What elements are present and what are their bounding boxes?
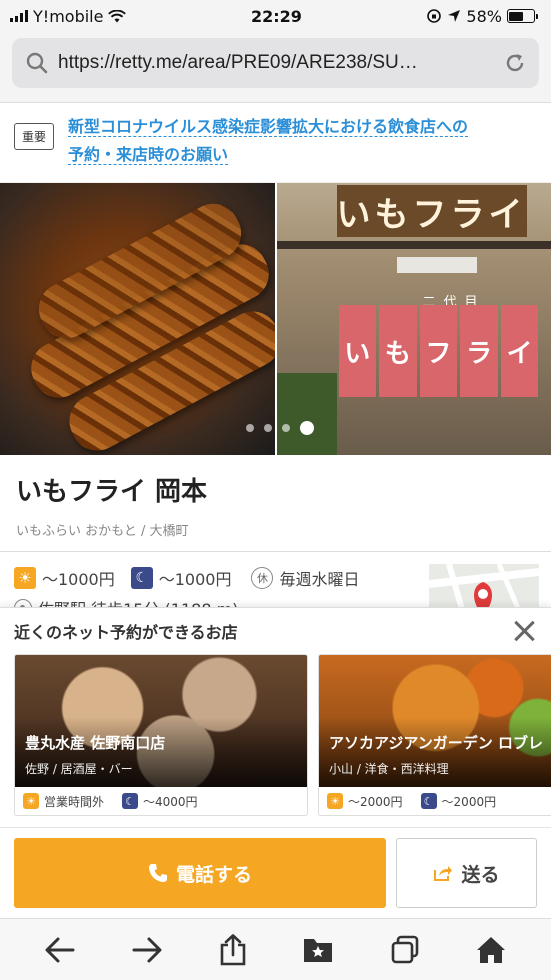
restaurant-header: いもフライ 岡本 いもふらい おかもと / 大橋町 <box>0 455 551 552</box>
nearby-card-list: 豊丸水産 佐野南口店 佐野 / 居酒屋・バー ☀ 営業時間外 ☾ 〜4000円 … <box>0 654 551 816</box>
share-up-icon[interactable] <box>219 933 247 966</box>
restaurant-kana[interactable]: いもふらい おかもと / 大橋町 <box>16 520 535 539</box>
nearby-card[interactable]: アソカアジアンガーデン ロブレ 小山 / 洋食・西洋料理 ☀ 〜2000円 ☾ … <box>318 654 551 816</box>
status-left: Y!mobile <box>10 6 127 26</box>
action-bar: 電話する 送る <box>0 827 551 918</box>
photo-carousel[interactable]: いもフライ 二代目 い も フ ラ イ <box>0 183 551 455</box>
sun-icon: ☀ <box>327 793 343 809</box>
important-badge: 重要 <box>14 123 55 150</box>
noren-char: も <box>379 305 417 397</box>
forward-icon[interactable] <box>131 936 163 964</box>
food-photo[interactable] <box>0 183 275 455</box>
moon-icon: ☾ <box>122 793 139 809</box>
notice-line-2[interactable]: 予約・来店時のお願い <box>68 145 229 165</box>
nearby-header: 近くのネット予約ができるお店 <box>0 608 551 654</box>
carousel-dots <box>246 421 314 435</box>
search-icon <box>26 52 48 74</box>
card-dinner: 〜4000円 <box>143 794 198 809</box>
send-label: 送る <box>461 863 500 886</box>
card-name: 豊丸水産 佐野南口店 <box>25 734 166 752</box>
card-dinner: 〜2000円 <box>441 794 497 809</box>
lunch-price: 〜1000円 <box>42 570 115 589</box>
moon-icon: ☾ <box>130 567 153 589</box>
card-genre: 佐野 / 居酒屋・バー <box>25 762 133 776</box>
card-photo[interactable]: アソカアジアンガーデン ロブレ 小山 / 洋食・西洋料理 <box>319 655 551 787</box>
noren-char: い <box>338 305 377 397</box>
sun-icon: ☀ <box>23 793 39 809</box>
restaurant-name: いもフライ 岡本 <box>16 477 208 507</box>
status-bar: Y!mobile 22:29 58% <box>0 0 551 32</box>
home-icon[interactable] <box>475 935 507 965</box>
share-icon <box>434 866 453 881</box>
carousel-dot[interactable] <box>264 424 272 432</box>
storefront-photo[interactable]: いもフライ 二代目 い も フ ラ イ <box>274 183 551 455</box>
notice-link[interactable]: 新型コロナウイルス感染症影響拡大における飲食店への 予約・来店時のお願い <box>68 113 469 169</box>
carousel-dot[interactable] <box>282 424 290 432</box>
address-bar[interactable]: https://retty.me/area/PRE09/ARE238/SU… <box>12 38 539 88</box>
back-icon[interactable] <box>44 936 76 964</box>
card-genre: 小山 / 洋食・西洋料理 <box>329 762 449 776</box>
reload-icon[interactable] <box>503 51 527 75</box>
tabs-icon[interactable] <box>390 935 420 965</box>
url-text[interactable]: https://retty.me/area/PRE09/ARE238/SU… <box>58 52 493 74</box>
wifi-icon <box>108 9 127 22</box>
noren-char: ラ <box>460 305 498 397</box>
noren-char: フ <box>419 305 458 397</box>
card-info: ☀ 〜2000円 ☾ 〜2000円 <box>319 787 551 815</box>
card-lunch: 営業時間外 <box>44 794 105 809</box>
status-right: 58% <box>426 6 538 26</box>
noren-curtain: い も フ ラ イ <box>338 305 539 397</box>
battery-icon <box>506 9 538 23</box>
phone-icon <box>148 864 167 882</box>
noren-char: イ <box>500 305 539 397</box>
holiday-icon: 休 <box>251 567 274 589</box>
sun-icon: ☀ <box>14 567 36 589</box>
call-button[interactable]: 電話する <box>14 838 386 908</box>
send-button[interactable]: 送る <box>396 838 537 908</box>
call-label: 電話する <box>175 863 252 886</box>
signal-icon <box>10 10 28 22</box>
browser-toolbar <box>0 918 551 980</box>
nearby-title: 近くのネット予約ができるお店 <box>14 623 238 642</box>
orientation-lock-icon <box>427 9 442 23</box>
browser-header: https://retty.me/area/PRE09/ARE238/SU… <box>0 32 551 103</box>
moon-icon: ☾ <box>420 793 437 809</box>
card-photo[interactable]: 豊丸水産 佐野南口店 佐野 / 居酒屋・バー <box>15 655 307 787</box>
dinner-price: 〜1000円 <box>158 570 232 589</box>
card-name: アソカアジアンガーデン ロブレ <box>329 734 544 752</box>
bookmarks-icon[interactable] <box>302 936 334 964</box>
notice-line-1[interactable]: 新型コロナウイルス感染症影響拡大における飲食店への <box>68 117 469 137</box>
holiday-text: 毎週水曜日 <box>279 570 360 589</box>
covid-notice[interactable]: 重要 新型コロナウイルス感染症影響拡大における飲食店への 予約・来店時のお願い <box>0 103 551 183</box>
carrier-name: Y!mobile <box>33 6 104 26</box>
card-info: ☀ 営業時間外 ☾ 〜4000円 <box>15 787 307 815</box>
shop-sign: いもフライ <box>336 185 527 237</box>
close-icon[interactable] <box>511 618 537 644</box>
carousel-dot-active[interactable] <box>300 421 314 435</box>
carousel-dot[interactable] <box>246 424 254 432</box>
location-icon <box>448 10 461 22</box>
battery-percent: 58% <box>466 6 502 26</box>
clock: 22:29 <box>250 6 302 26</box>
nearby-reservable-panel: 近くのネット予約ができるお店 豊丸水産 佐野南口店 佐野 / 居酒屋・バー ☀ … <box>0 607 551 827</box>
card-lunch: 〜2000円 <box>348 794 403 809</box>
nearby-card[interactable]: 豊丸水産 佐野南口店 佐野 / 居酒屋・バー ☀ 営業時間外 ☾ 〜4000円 <box>14 654 308 816</box>
